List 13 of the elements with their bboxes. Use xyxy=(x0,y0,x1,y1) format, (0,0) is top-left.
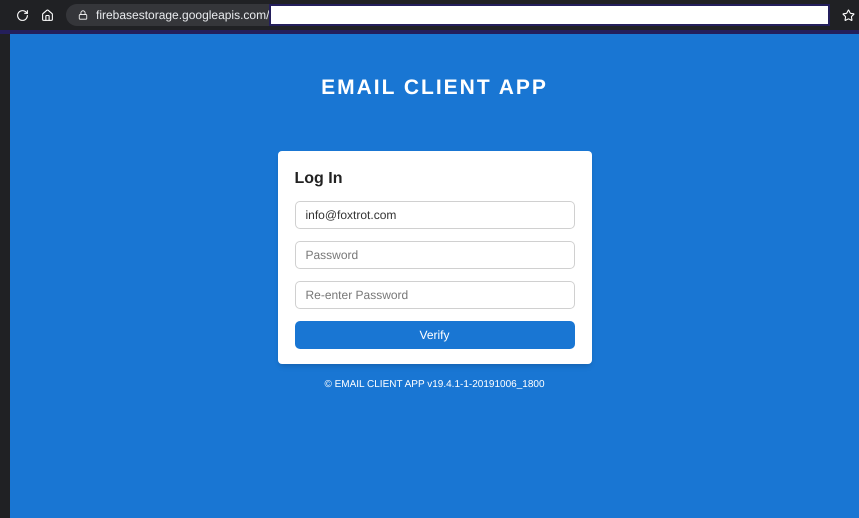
lock-icon xyxy=(78,10,88,20)
reload-icon[interactable] xyxy=(16,8,29,22)
app-title: EMAIL CLIENT APP xyxy=(321,75,548,101)
input-field[interactable]: info@foxtrot.com xyxy=(294,200,574,228)
bookmark-star-icon[interactable] xyxy=(842,8,855,22)
input-field[interactable]: Password xyxy=(294,240,574,268)
url-text: firebasestorage.googleapis.com/ xyxy=(96,7,270,24)
footer-text: © EMAIL CLIENT APP v19.4.1-1-20191006_1800 xyxy=(324,378,545,392)
login-heading: Log In xyxy=(294,168,344,188)
verify-button[interactable]: Verify xyxy=(294,320,574,348)
input-field[interactable]: Re-enter Password xyxy=(294,280,574,308)
address-bar[interactable]: firebasestorage.googleapis.com/ xyxy=(66,4,830,26)
home-icon[interactable] xyxy=(41,8,54,22)
